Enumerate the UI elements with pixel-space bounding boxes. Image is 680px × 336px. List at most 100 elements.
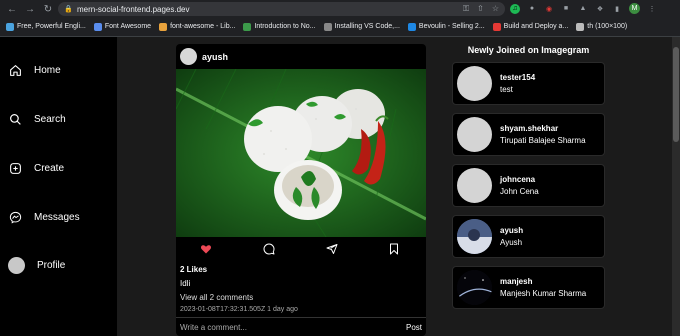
- toolbar: ← → ↻ 🔒 mern-social-frontend.pages.dev ⚿…: [0, 0, 680, 18]
- post-card: ayush 2 Likes Idli View all 2 comments 2…: [176, 44, 426, 336]
- card-username: shyam.shekhar: [500, 124, 559, 133]
- sidebar-item-home[interactable]: Home: [8, 63, 61, 77]
- bookmark-icon: [6, 22, 14, 31]
- sidebar-item-search[interactable]: Search: [8, 112, 66, 126]
- bookmark-item[interactable]: Installing VS Code,...: [323, 22, 400, 31]
- share-icon[interactable]: [326, 243, 338, 255]
- search-icon: [8, 112, 22, 126]
- extensions: ♫ ● ◉ ■ ▲ ❖ ▮ M ⋮: [510, 3, 657, 14]
- sidebar-item-create[interactable]: Create: [8, 161, 64, 175]
- likes-count: 2 Likes: [180, 265, 208, 274]
- avatar: [457, 117, 492, 152]
- messenger-icon: [8, 210, 22, 224]
- bookmark-label: Installing VS Code,...: [334, 23, 400, 30]
- lock-icon: 🔒: [64, 6, 73, 13]
- avatar: [457, 168, 492, 203]
- bookmark-label: th (100×100): [587, 23, 628, 30]
- bookmark-item[interactable]: Introduction to No...: [243, 22, 316, 31]
- comment-icon[interactable]: [263, 243, 275, 255]
- sidebar-item-label: Profile: [37, 260, 66, 271]
- user-card[interactable]: tester154 test: [452, 62, 605, 105]
- idli-photo: [176, 69, 426, 237]
- scrollbar-thumb[interactable]: [673, 47, 679, 142]
- bookmark-label: font-awesome - Lib...: [170, 23, 236, 30]
- user-card[interactable]: johncena John Cena: [452, 164, 605, 207]
- bookmark-item[interactable]: Free, Powerful Engli...: [6, 22, 86, 31]
- avatar[interactable]: [180, 48, 197, 65]
- user-card[interactable]: shyam.shekhar Tirupati Balajee Sharma: [452, 113, 605, 156]
- comment-bar: Post: [176, 317, 426, 336]
- pokeball-icon[interactable]: ◉: [544, 4, 554, 14]
- star-icon[interactable]: ☆: [492, 4, 499, 14]
- card-username: johncena: [500, 175, 536, 184]
- heart-icon[interactable]: [200, 243, 212, 255]
- comment-input[interactable]: [180, 322, 406, 332]
- url-text: mern-social-frontend.pages.dev: [77, 4, 190, 14]
- post-username[interactable]: ayush: [202, 52, 228, 62]
- bookmark-label: Font Awesome: [104, 23, 152, 30]
- bookmark-icon[interactable]: [388, 243, 400, 255]
- sidebar-item-profile[interactable]: Profile: [8, 257, 65, 274]
- bookmark-label: Introduction to No...: [254, 23, 316, 30]
- bookmark-label: Bevoulin - Selling 2...: [418, 23, 485, 30]
- user-card[interactable]: ayush Ayush: [452, 215, 605, 258]
- menu-icon[interactable]: ⋮: [647, 4, 657, 14]
- extension-icon[interactable]: ●: [527, 4, 537, 14]
- post-comment-button[interactable]: Post: [406, 323, 422, 332]
- bookmarks-bar: Free, Powerful Engli... Font Awesome font-…: [0, 18, 680, 35]
- card-username: manjesh: [500, 277, 533, 286]
- sidebar: Home Search Create Messages Profile: [0, 37, 117, 336]
- card-username: tester154: [500, 73, 536, 82]
- bookmark-item[interactable]: font-awesome - Lib...: [159, 22, 236, 31]
- bookmark-item[interactable]: Build and Deploy a...: [492, 22, 569, 31]
- bookmark-item[interactable]: th (100×100): [576, 22, 628, 31]
- post-caption: Idli: [180, 279, 191, 288]
- key-icon[interactable]: ⚿: [463, 4, 469, 14]
- card-name: Ayush: [500, 238, 523, 247]
- home-icon: [8, 63, 22, 77]
- view-comments-link[interactable]: View all 2 comments: [176, 293, 426, 302]
- address-bar[interactable]: 🔒 mern-social-frontend.pages.dev ⚿ ⇧ ☆: [58, 2, 505, 16]
- scrollbar[interactable]: [672, 37, 680, 336]
- browser-chrome: ← → ↻ 🔒 mern-social-frontend.pages.dev ⚿…: [0, 0, 680, 37]
- newly-joined-title: Newly Joined on Imagegram: [467, 45, 590, 55]
- post-timestamp: 2023-01-08T17:32:31.505Z 1 day ago: [180, 306, 298, 313]
- card-username: ayush: [500, 226, 524, 235]
- card-name: test: [500, 85, 513, 94]
- card-name: Tirupati Balajee Sharma: [500, 136, 586, 145]
- bookmark-icon: [93, 22, 102, 31]
- sidebar-item-label: Home: [34, 64, 61, 76]
- bookmark-icon: [576, 22, 585, 31]
- side-panel-icon[interactable]: ▮: [612, 4, 622, 14]
- post-actions: [176, 237, 426, 261]
- bookmark-label: Build and Deploy a...: [503, 23, 569, 30]
- card-name: John Cena: [500, 187, 539, 196]
- avatar: [457, 219, 492, 254]
- user-card[interactable]: manjesh Manjesh Kumar Sharma: [452, 266, 605, 309]
- bookmark-label: Free, Powerful Engli...: [17, 23, 86, 30]
- bookmark-icon: [323, 22, 332, 31]
- sidebar-item-label: Search: [34, 113, 66, 125]
- bookmark-item[interactable]: Font Awesome: [93, 22, 152, 31]
- profile-avatar[interactable]: M: [629, 3, 640, 14]
- bookmark-icon: [407, 22, 416, 31]
- avatar: [457, 270, 492, 305]
- back-icon[interactable]: ←: [6, 3, 18, 15]
- avatar: [8, 257, 25, 274]
- bookmark-icon: [159, 22, 168, 31]
- bookmark-icon: [492, 22, 501, 31]
- omnibox-actions: ⚿ ⇧ ☆: [463, 4, 499, 14]
- bookmark-item[interactable]: Bevoulin - Selling 2...: [407, 22, 485, 31]
- puzzle-icon[interactable]: ❖: [595, 4, 605, 14]
- sidebar-item-label: Create: [34, 162, 65, 174]
- extension-icon[interactable]: ▲: [578, 4, 588, 14]
- share-icon[interactable]: ⇧: [477, 4, 484, 14]
- spotify-icon[interactable]: ♫: [510, 3, 520, 14]
- forward-icon[interactable]: →: [24, 3, 36, 15]
- sidebar-item-messages[interactable]: Messages: [8, 210, 80, 224]
- reload-icon[interactable]: ↻: [42, 3, 54, 15]
- extension-icon[interactable]: ■: [561, 4, 571, 14]
- plus-square-icon: [8, 161, 22, 175]
- post-image[interactable]: [176, 69, 426, 237]
- avatar: [457, 66, 492, 101]
